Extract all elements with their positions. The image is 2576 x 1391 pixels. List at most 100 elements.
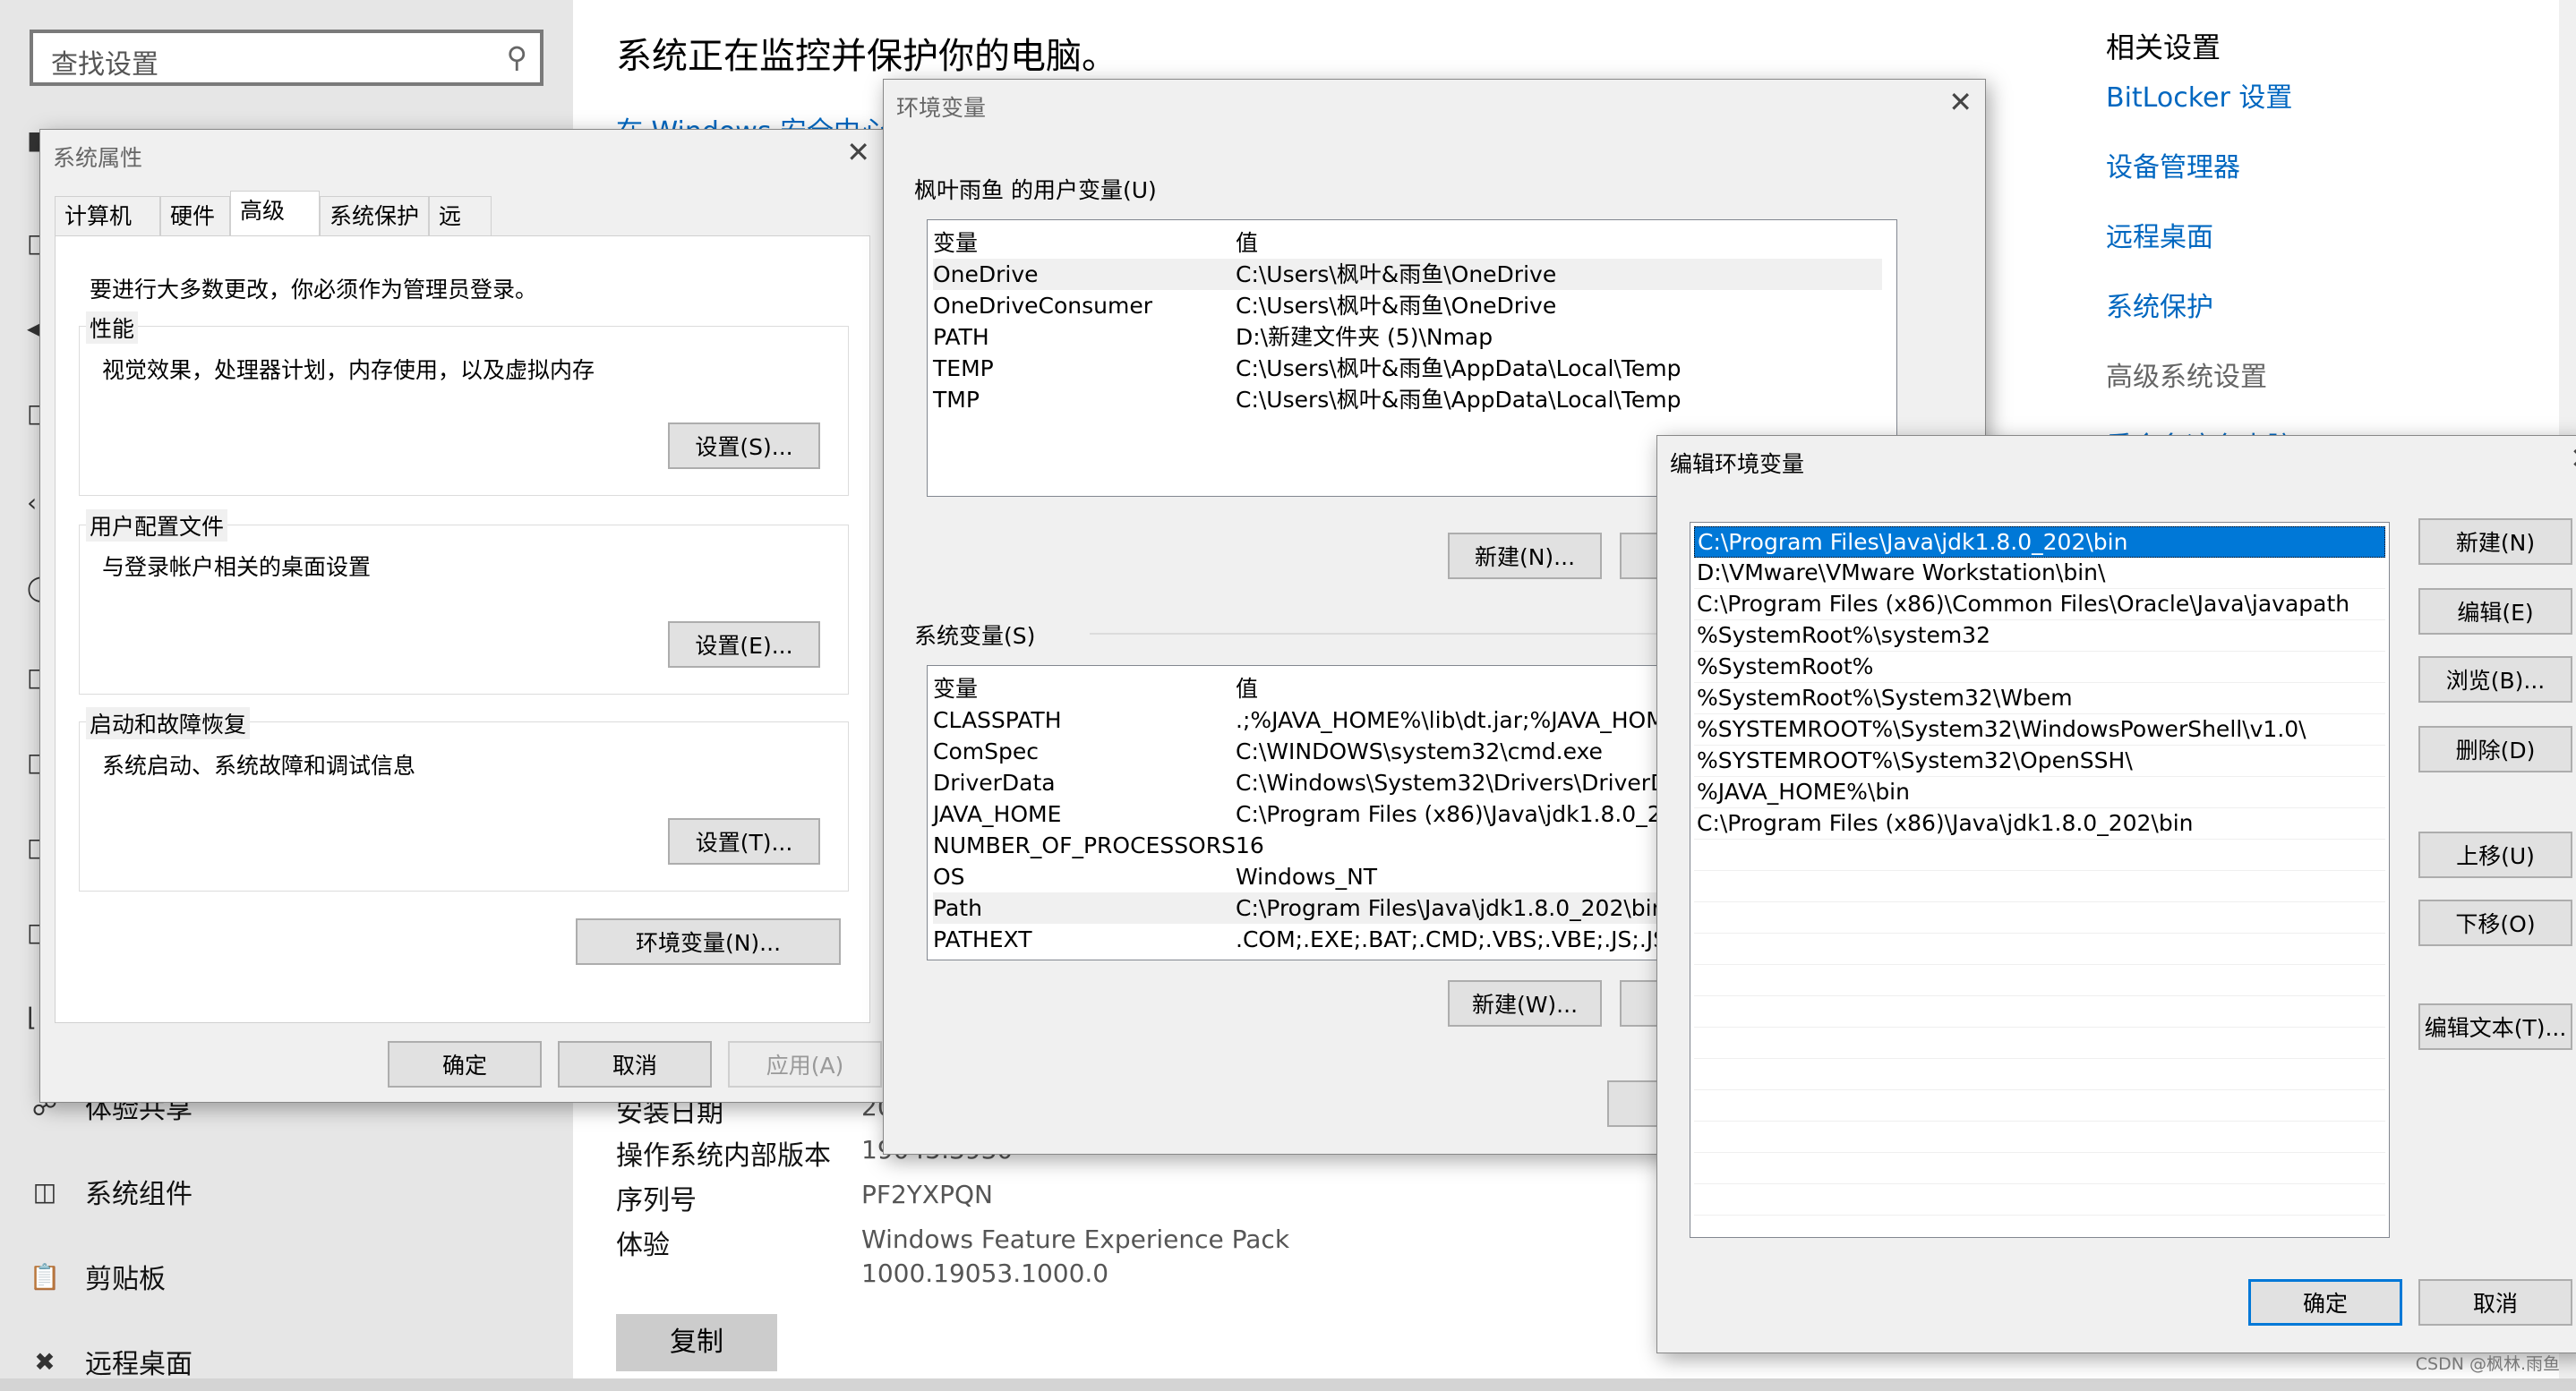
close-icon[interactable]: ✕ (1948, 85, 1973, 119)
info-label-serial: 序列号 (616, 1185, 697, 1216)
sidebar-item-system-components[interactable]: ◫ 系统组件 (27, 1168, 193, 1215)
edit-text-button[interactable]: 编辑文本(T)... (2418, 1003, 2572, 1050)
close-icon[interactable]: ✕ (2570, 441, 2576, 475)
user-profiles-settings-button[interactable]: 设置(E)... (668, 621, 820, 668)
var-value: C:\WINDOWS\system32\cmd.exe (1236, 738, 1603, 764)
path-entry[interactable]: %SYSTEMROOT%\System32\WindowsPowerShell\… (1694, 714, 2385, 746)
new-entry-button[interactable]: 新建(N) (2418, 518, 2572, 565)
focus-icon: ‹ (27, 488, 38, 517)
empty-row[interactable] (1694, 965, 2385, 996)
performance-group (79, 326, 849, 496)
advanced-tab-panel: 要进行大多数更改，你必须作为管理员登录。 性能 视觉效果，处理器计划，内存使用，… (55, 235, 870, 1023)
tab-system-protection[interactable]: 系统保护 (320, 196, 429, 235)
cancel-button[interactable]: 取消 (2418, 1279, 2572, 1326)
var-name: PATH (933, 324, 989, 350)
browse-button[interactable]: 浏览(B)... (2418, 656, 2572, 703)
column-header-value[interactable]: 值 (1236, 227, 1258, 259)
var-name: JAVA_HOME (933, 801, 1062, 827)
var-value: C:\Users\枫叶&雨鱼\OneDrive (1236, 293, 1557, 319)
var-value: C:\Program Files (x86)\Java\jdk1.8.0_202 (1236, 801, 1690, 827)
info-value-serial: PF2YXPQN (861, 1180, 993, 1209)
var-name: TMP (933, 387, 980, 413)
cancel-button[interactable]: 取消 (558, 1041, 712, 1088)
move-up-button[interactable]: 上移(U) (2418, 832, 2572, 878)
system-vars-label: 系统变量(S) (914, 623, 1036, 649)
path-entries-list[interactable]: C:\Program Files\Java\jdk1.8.0_202\bin D:… (1690, 522, 2390, 1238)
path-entry[interactable]: %JAVA_HOME%\bin (1694, 777, 2385, 808)
related-link-remote-desktop[interactable]: 远程桌面 (2106, 215, 2213, 254)
empty-row[interactable] (1694, 1184, 2385, 1216)
empty-row[interactable] (1694, 1090, 2385, 1122)
table-row[interactable]: OneDrive C:\Users\枫叶&雨鱼\OneDrive (933, 259, 1882, 290)
path-entry[interactable]: C:\Program Files (x86)\Common Files\Orac… (1694, 589, 2385, 620)
column-header-variable[interactable]: 变量 (933, 673, 978, 704)
var-name: PATHEXT (933, 926, 1032, 952)
var-value: C:\Users\枫叶&雨鱼\OneDrive (1236, 261, 1557, 287)
empty-row[interactable] (1694, 840, 2385, 871)
performance-group-label: 性能 (86, 311, 139, 344)
performance-settings-button[interactable]: 设置(S)... (668, 422, 820, 469)
startup-recovery-group-label: 启动和故障恢复 (86, 707, 251, 739)
var-name: DriverData (933, 770, 1056, 796)
empty-row[interactable] (1694, 934, 2385, 965)
edit-entry-button[interactable]: 编辑(E) (2418, 588, 2572, 635)
var-name: OneDriveConsumer (933, 293, 1153, 319)
environment-variables-button[interactable]: 环境变量(N)... (576, 918, 841, 965)
path-entry[interactable]: C:\Program Files (x86)\Java\jdk1.8.0_202… (1694, 808, 2385, 840)
tab-computer-name[interactable]: 计算机名 (55, 196, 160, 269)
close-icon[interactable]: ✕ (846, 135, 870, 169)
ok-button[interactable] (1607, 1080, 1661, 1127)
empty-row[interactable] (1694, 902, 2385, 934)
user-new-button[interactable]: 新建(N)... (1448, 533, 1602, 579)
table-row[interactable]: TMP C:\Users\枫叶&雨鱼\AppData\Local\Temp (933, 384, 1882, 415)
related-link-device-manager[interactable]: 设备管理器 (2106, 145, 2240, 184)
path-entry[interactable]: C:\Program Files\Java\jdk1.8.0_202\bin (1694, 526, 2385, 558)
tab-advanced[interactable]: 高级 (230, 191, 320, 235)
related-link-bitlocker[interactable]: BitLocker 设置 (2106, 75, 2292, 115)
related-link-system-protection[interactable]: 系统保护 (2106, 285, 2213, 324)
copy-button[interactable]: 复制 (616, 1314, 777, 1371)
empty-row[interactable] (1694, 871, 2385, 902)
clipboard-icon: 📋 (29, 1261, 61, 1292)
path-entry[interactable]: %SystemRoot% (1694, 652, 2385, 683)
path-entry[interactable]: %SystemRoot%\System32\Wbem (1694, 683, 2385, 714)
table-row[interactable]: OneDriveConsumer C:\Users\枫叶&雨鱼\OneDrive (933, 290, 1882, 321)
var-name: CLASSPATH (933, 707, 1062, 733)
delete-button[interactable]: 删除(D) (2418, 726, 2572, 772)
empty-row[interactable] (1694, 1122, 2385, 1153)
search-icon: ⚲ (506, 40, 527, 74)
page-title: 系统正在监控并保护你的电脑。 (616, 36, 1117, 77)
column-header-variable[interactable]: 变量 (933, 227, 978, 259)
path-entry[interactable]: D:\VMware\VMware Workstation\bin\ (1694, 558, 2385, 589)
empty-row[interactable] (1694, 996, 2385, 1028)
table-row[interactable]: TEMP C:\Users\枫叶&雨鱼\AppData\Local\Temp (933, 353, 1882, 384)
dialog-title: 环境变量 (896, 95, 987, 121)
var-name: Path (933, 895, 982, 921)
var-value: .COM;.EXE;.BAT;.CMD;.VBS;.VBE;.JS;.JSE;.… (1236, 926, 1712, 952)
system-new-button[interactable]: 新建(W)... (1448, 980, 1602, 1027)
column-header-value[interactable]: 值 (1236, 673, 1258, 704)
apply-button[interactable]: 应用(A) (728, 1041, 882, 1088)
info-value-experience: Windows Feature Experience Pack (861, 1225, 1290, 1254)
move-down-button[interactable]: 下移(O) (2418, 900, 2572, 946)
startup-recovery-settings-button[interactable]: 设置(T)... (668, 818, 820, 865)
path-entry[interactable]: %SYSTEMROOT%\System32\OpenSSH\ (1694, 746, 2385, 777)
table-row[interactable]: PATH D:\新建文件夹 (5)\Nmap (933, 321, 1882, 353)
empty-row[interactable] (1694, 1028, 2385, 1059)
empty-row[interactable] (1694, 1153, 2385, 1184)
sidebar-item-clipboard[interactable]: 📋 剪贴板 (27, 1253, 166, 1300)
ok-button[interactable]: 确定 (2248, 1279, 2402, 1326)
sidebar-item-label: 远程桌面 (85, 1349, 193, 1380)
var-name: OS (933, 864, 965, 890)
tab-hardware[interactable]: 硬件 (160, 196, 230, 235)
empty-row[interactable] (1694, 1059, 2385, 1090)
var-value: 16 (1236, 832, 1264, 858)
tab-remote[interactable]: 远程 (429, 196, 492, 269)
settings-search-input[interactable]: 查找设置 ⚲ (30, 30, 543, 86)
related-link-advanced-settings[interactable]: 高级系统设置 (2106, 354, 2267, 394)
path-entry[interactable]: %SystemRoot%\system32 (1694, 620, 2385, 652)
ok-button[interactable]: 确定 (388, 1041, 542, 1088)
var-name: TEMP (933, 355, 994, 381)
var-value: D:\新建文件夹 (5)\Nmap (1236, 324, 1493, 350)
info-label-experience: 体验 (616, 1230, 670, 1261)
